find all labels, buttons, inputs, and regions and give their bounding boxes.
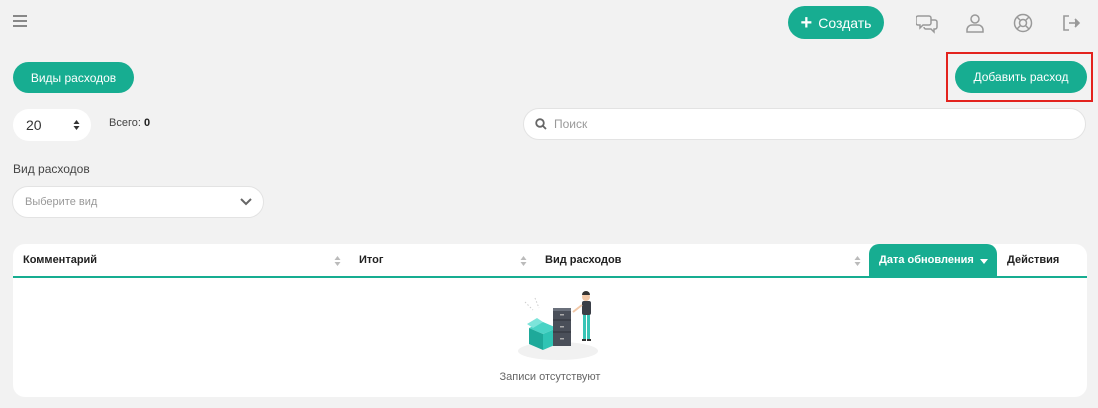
caret-down-icon: [980, 259, 988, 264]
empty-state-text: Записи отсутствуют: [499, 371, 601, 383]
lifebuoy-icon[interactable]: [1012, 12, 1034, 34]
search-icon: [535, 118, 547, 130]
plus-icon: +: [800, 11, 813, 34]
column-header-total[interactable]: Итог: [349, 244, 535, 276]
search-box[interactable]: [523, 108, 1086, 140]
column-header-label: Действия: [1007, 254, 1060, 266]
column-header-label: Комментарий: [23, 254, 98, 266]
menu-icon[interactable]: [12, 12, 30, 30]
table-header: Комментарий Итог Вид расходов Дата обнов…: [13, 244, 1087, 278]
column-header-actions: Действия: [997, 244, 1087, 276]
column-header-label: Вид расходов: [545, 254, 622, 266]
add-expense-button[interactable]: Добавить расход: [955, 61, 1087, 93]
page-size-value: 20: [26, 117, 42, 133]
page-size-select[interactable]: 20: [13, 109, 91, 141]
logout-icon[interactable]: [1060, 12, 1082, 34]
total-label: Всего:: [109, 117, 141, 129]
updown-arrows-icon: [73, 120, 80, 130]
total-value: 0: [143, 117, 151, 129]
column-header-expense-type[interactable]: Вид расходов: [535, 244, 869, 276]
expense-types-label: Виды расходов: [30, 70, 117, 85]
total-count: Всего: 0: [109, 117, 150, 129]
page: + Создать Виды расходов Добавить расход …: [0, 0, 1098, 408]
column-header-label: Дата обновления: [879, 254, 974, 266]
sort-icon: [334, 256, 341, 266]
column-header-updated-date[interactable]: Дата обновления: [869, 244, 997, 276]
expenses-table: Комментарий Итог Вид расходов Дата обнов…: [13, 244, 1087, 397]
expense-type-filter-label: Вид расходов: [13, 162, 90, 176]
column-header-label: Итог: [359, 254, 384, 266]
empty-state-illustration-icon: [518, 291, 598, 360]
column-header-comment[interactable]: Комментарий: [13, 244, 349, 276]
create-button[interactable]: + Создать: [788, 6, 884, 39]
chat-icon[interactable]: [916, 12, 938, 34]
add-expense-label: Добавить расход: [973, 70, 1069, 84]
expense-types-button[interactable]: Виды расходов: [13, 62, 134, 93]
chevron-down-icon: [240, 198, 252, 206]
expense-type-placeholder: Выберите вид: [25, 196, 98, 208]
user-icon[interactable]: [964, 12, 986, 34]
expense-type-select[interactable]: Выберите вид: [12, 186, 264, 218]
search-input[interactable]: [554, 117, 1034, 131]
sort-icon: [854, 256, 861, 266]
create-button-label: Создать: [818, 14, 872, 31]
sort-icon: [520, 256, 527, 266]
